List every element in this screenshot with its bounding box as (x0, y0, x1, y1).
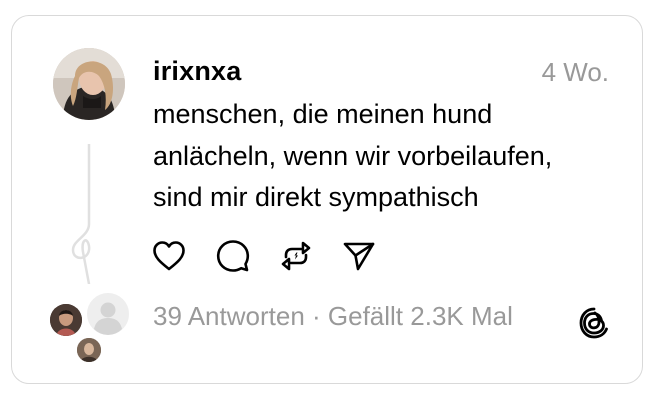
share-button[interactable] (341, 238, 377, 274)
reply-avatar (77, 338, 101, 362)
post-stats: 39 Antworten · Gefällt 2.3K Mal (153, 301, 513, 332)
stats-separator: · (304, 301, 328, 331)
reply-avatar-photo (77, 338, 101, 362)
likes-count-link[interactable]: Gefällt 2.3K Mal (328, 301, 513, 331)
reply-button[interactable] (215, 238, 251, 274)
send-icon (343, 242, 375, 271)
comment-bubble-icon (216, 240, 250, 272)
reply-avatar (50, 304, 82, 336)
thread-line (71, 144, 91, 284)
like-button[interactable] (151, 238, 187, 274)
post-text-line: anlächeln, wenn wir vorbeilaufen, (153, 140, 553, 171)
username[interactable]: irixnxa (153, 56, 241, 87)
heart-icon (153, 241, 185, 271)
post-card[interactable]: irixnxa 4 Wo. menschen, die meinen hund … (11, 15, 643, 384)
replies-count-link[interactable]: 39 Antworten (153, 301, 305, 331)
reply-avatar-photo (50, 304, 82, 336)
post-text: menschen, die meinen hund anlächeln, wen… (153, 94, 623, 219)
reply-avatar-default (85, 291, 131, 337)
threads-logo-icon (578, 306, 610, 340)
post-timestamp: 4 Wo. (541, 57, 609, 87)
repost-icon (281, 241, 311, 271)
default-user-icon (87, 293, 129, 335)
profile-photo (53, 48, 125, 120)
post-text-line: sind mir direkt sympathisch (153, 182, 479, 212)
post-text-line: menschen, die meinen hund (153, 99, 493, 129)
avatar[interactable] (53, 48, 125, 120)
repost-button[interactable] (278, 238, 314, 274)
threads-logo-link[interactable] (578, 306, 610, 340)
